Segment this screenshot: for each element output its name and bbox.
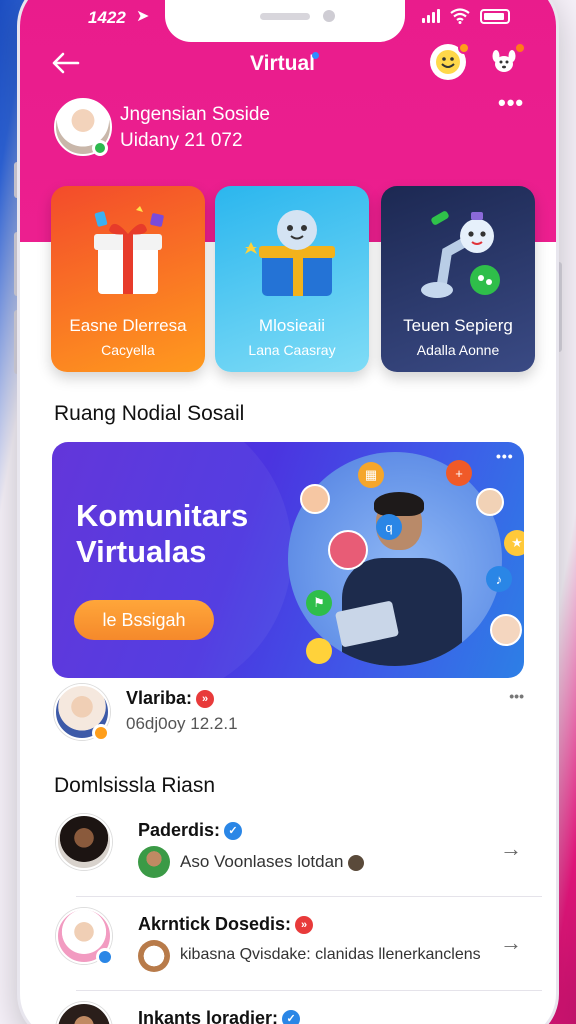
online-status-icon — [92, 140, 108, 156]
notification-dot — [312, 52, 319, 59]
list-item[interactable]: Inkants loradier: ✓ — [52, 1002, 526, 1024]
status-time: 1422 — [88, 8, 126, 27]
avatar-small — [138, 846, 170, 878]
side-button — [556, 262, 562, 352]
status-icons — [422, 8, 510, 24]
more-dots-icon[interactable]: ••• — [498, 90, 524, 116]
verified-badge: ✓ — [224, 822, 243, 841]
dog-icon[interactable] — [486, 42, 526, 80]
list-item-name: Akrntick Dosedis:» — [138, 914, 314, 935]
verified-badge: ✓ — [282, 1010, 301, 1024]
chevron-right-icon[interactable]: → — [500, 836, 522, 862]
verified-badge: » — [196, 690, 215, 709]
notch — [165, 0, 405, 42]
badge — [514, 42, 526, 54]
community-banner[interactable]: Komunitars Virtualas le Bssigah + ★ ♪ q … — [52, 442, 524, 678]
feature-card-character[interactable]: Mlosieaii Lana Caasray — [215, 186, 369, 372]
avatar — [56, 1002, 112, 1024]
online-status-icon — [96, 948, 114, 966]
divider — [76, 990, 542, 991]
box-character-icon — [245, 210, 335, 296]
avatar-bubble — [300, 484, 330, 514]
speaker — [260, 13, 310, 20]
list-item-name: Paderdis: ✓ — [138, 820, 243, 841]
app-title: Virtual — [250, 52, 315, 75]
camera — [323, 10, 335, 22]
music-icon: ♪ — [486, 566, 512, 592]
arrow-left-icon[interactable] — [50, 48, 80, 80]
list-item[interactable]: Paderdis: ✓ Aso Voonlases lotdan → — [52, 814, 526, 884]
section-title: Ruang Nodial Sosail — [54, 402, 245, 425]
section-title: Domlsissla Riasn — [54, 774, 216, 797]
plus-icon: + — [446, 460, 472, 486]
list-item-name: Inkants loradier: ✓ — [138, 1008, 301, 1024]
person-illustration — [334, 492, 462, 666]
list-item[interactable]: Akrntick Dosedis:» kibasna Qvisdake: cla… — [52, 908, 526, 978]
wifi-icon — [450, 8, 470, 24]
more-dots-icon[interactable]: ••• — [496, 448, 514, 464]
gift-icon — [94, 206, 164, 294]
signal-icon — [422, 9, 440, 23]
divider — [76, 896, 542, 897]
card-subtitle: Adalla Aonne — [416, 342, 500, 358]
card-title: Teuen Sepierg — [403, 316, 513, 335]
feature-card-robot[interactable]: Teuen Sepierg Adalla Aonne — [381, 186, 535, 372]
more-dots-icon[interactable]: ••• — [509, 688, 524, 704]
dog-icon — [138, 940, 170, 972]
banner-title: Komunitars Virtualas — [76, 498, 249, 569]
robot-arm-icon — [421, 211, 500, 298]
avatar-bubble — [490, 614, 522, 646]
profile-subtitle: Uidany 21 072 — [120, 130, 243, 151]
post-author: Vlariba:» — [126, 688, 215, 709]
apps-icon: ▦ — [358, 462, 384, 488]
tool-icon: ⚑ — [306, 590, 332, 616]
post-row[interactable]: Vlariba:» 06dj0oy 12.2.1 ••• — [52, 680, 526, 742]
card-subtitle: Cacyella — [101, 342, 155, 358]
online-status-icon — [92, 724, 110, 742]
location-arrow-icon: ➤ — [136, 8, 150, 25]
badge — [458, 42, 470, 54]
card-title: Easne Dlerresa — [69, 316, 187, 335]
chat-icon: q — [376, 514, 402, 540]
card-title: Mlosieaii — [258, 316, 326, 335]
list-item-subtitle: Aso Voonlases lotdan — [180, 852, 364, 872]
avatar-bubble — [476, 488, 504, 516]
avatar-bubble — [328, 530, 368, 570]
feature-card-gift[interactable]: Easne Dlerresa Cacyella — [51, 186, 205, 372]
smiley-icon[interactable] — [430, 42, 470, 80]
star-icon: ★ — [504, 530, 524, 556]
avatar — [56, 814, 112, 870]
phone-frame: 1422 ➤ Virtual Jngensian Soside Uidany 2… — [20, 0, 556, 1024]
list-item-subtitle: kibasna Qvisdake: clanidas llenerkanclen… — [180, 946, 481, 963]
post-subtitle: 06dj0oy 12.2.1 — [126, 714, 238, 733]
chevron-right-icon[interactable]: → — [500, 930, 522, 956]
coin-icon — [306, 638, 332, 664]
banner-button[interactable]: le Bssigah — [74, 600, 214, 640]
verified-badge: » — [295, 916, 314, 935]
card-subtitle: Lana Caasray — [248, 342, 336, 358]
profile-name: Jngensian Soside — [120, 104, 270, 125]
emoji-icon — [347, 854, 364, 871]
battery-icon — [480, 8, 510, 24]
